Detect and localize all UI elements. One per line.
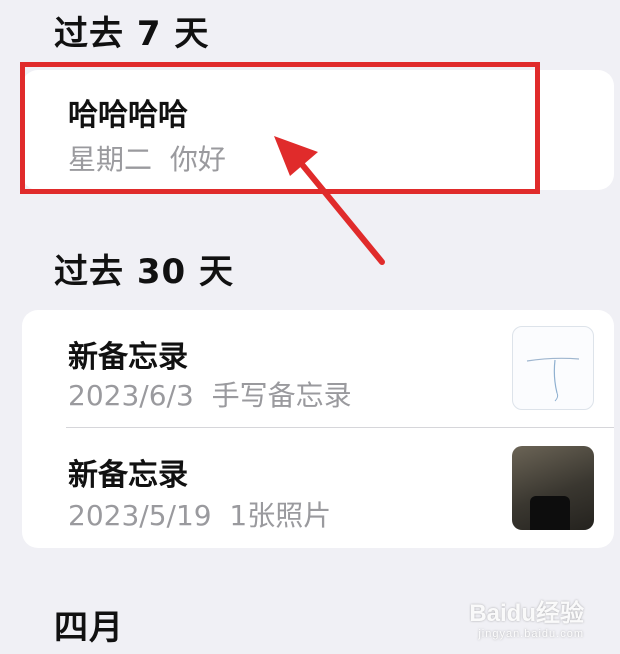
note-preview: 1张照片 <box>229 499 332 532</box>
note-item[interactable]: 新备忘录 2023/5/19 1张照片 <box>22 428 614 548</box>
note-preview: 手写备忘录 <box>211 379 352 412</box>
highlight-box <box>20 62 540 194</box>
watermark-url: jingyan.baidu.com <box>478 628 584 640</box>
note-item[interactable]: 新备忘录 2023/6/3 手写备忘录 <box>22 310 614 428</box>
section-header-april: 四月 <box>54 608 124 648</box>
photo-thumbnail <box>512 446 594 530</box>
note-subtitle: 2023/6/3 手写备忘录 <box>68 374 352 414</box>
section-header-past-30-days: 过去 30 天 <box>54 252 234 292</box>
notes-group-past-30-days: 新备忘录 2023/6/3 手写备忘录 新备忘录 2023/5/19 1张照片 <box>22 310 614 548</box>
note-date: 2023/6/3 <box>68 379 194 412</box>
watermark-brand: Baidu经验 <box>469 600 584 627</box>
section-header-past-7-days: 过去 7 天 <box>54 14 210 54</box>
photo-dark-region <box>530 496 570 530</box>
note-title: 新备忘录 <box>68 340 188 375</box>
note-date: 2023/5/19 <box>68 499 212 532</box>
note-subtitle: 2023/5/19 1张照片 <box>68 494 331 534</box>
note-title: 新备忘录 <box>68 458 188 493</box>
sketch-thumbnail <box>512 326 594 410</box>
baidu-watermark: Baidu经验 jingyan.baidu.com <box>469 593 584 640</box>
